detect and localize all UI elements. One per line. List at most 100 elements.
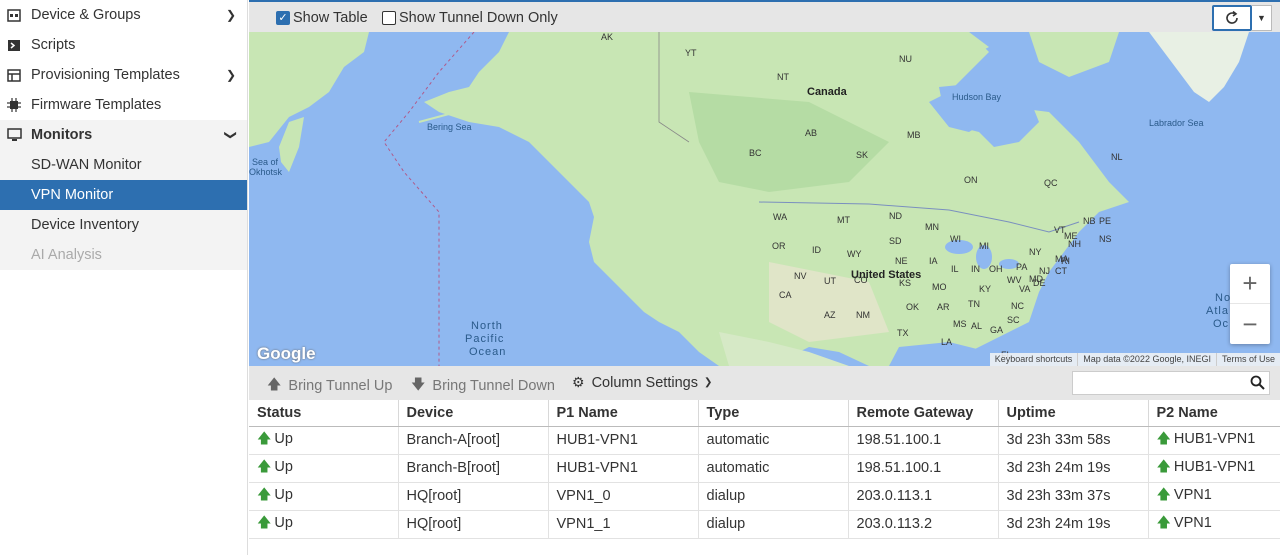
refresh-icon	[1226, 10, 1238, 24]
cell-text: HUB1-VPN1	[1173, 459, 1256, 475]
cell-text: 203.0.113.1	[856, 488, 933, 504]
column-header-remote-gateway[interactable]: Remote Gateway	[848, 400, 999, 427]
map-region-label-yt: YT	[685, 48, 697, 58]
map-label-canada: Canada	[807, 86, 847, 98]
sidebar-item-label: Scripts	[31, 37, 76, 53]
cell-text: 203.0.113.2	[856, 516, 933, 532]
map-region-label-sk: SK	[856, 150, 869, 160]
sidebar-item-monitors[interactable]: Monitors ❯	[0, 120, 247, 150]
map-region-label-or: OR	[772, 241, 786, 251]
map-region-label-ut: UT	[824, 276, 836, 286]
cell-uptime: 3d 23h 24m 19s	[998, 454, 1149, 483]
terms-of-use-link[interactable]: Terms of Use	[1215, 353, 1280, 366]
column-header-type[interactable]: Type	[698, 400, 849, 427]
chevron-down-icon: ❯	[223, 129, 238, 141]
cell-p2-name: 🡅 VPN1	[1148, 482, 1280, 511]
monitors-icon	[6, 127, 22, 143]
sidebar-item-sdwan-monitor[interactable]: SD-WAN Monitor	[0, 150, 247, 180]
cell-text: VPN1_0	[556, 488, 611, 504]
tunnel-up-icon: 🡅	[1156, 486, 1171, 502]
cell-text: 3d 23h 33m 58s	[1006, 432, 1111, 448]
sidebar-item-device-inventory[interactable]: Device Inventory	[0, 210, 247, 240]
column-header-p2-name[interactable]: P2 Name	[1148, 400, 1280, 427]
map-region-label-va: VA	[1019, 284, 1031, 294]
map-background	[249, 32, 1249, 366]
checkbox-unchecked-icon	[382, 11, 396, 25]
vpn-map[interactable]: Canada United States Hudson Bay Labrador…	[249, 32, 1280, 366]
zoom-in-button[interactable]: +	[1230, 264, 1270, 304]
table-row[interactable]: 🡅 Up HQ[root] VPN1_1 dialup 203.0.113.2 3d 23h…	[249, 510, 1280, 539]
map-region-label-wa: WA	[773, 212, 788, 222]
map-data-text: Map data ©2022 Google, INEGI	[1077, 353, 1216, 366]
chevron-right-icon: ❯	[225, 68, 236, 82]
search-icon[interactable]	[1250, 375, 1265, 393]
refresh-dropdown-button[interactable]: ▼	[1252, 5, 1272, 31]
sidebar-item-vpn-monitor[interactable]: VPN Monitor	[0, 180, 247, 210]
cell-text: HQ[root]	[406, 488, 462, 504]
cell-remote-gateway: 198.51.100.1	[848, 454, 999, 483]
gear-icon: ⚙	[572, 374, 585, 390]
show-tunnel-down-only-checkbox[interactable]: Show Tunnel Down Only	[382, 10, 558, 26]
tunnel-up-icon: 🡅	[1156, 458, 1171, 474]
cell-remote-gateway: 198.51.100.1	[848, 426, 999, 455]
map-region-label-pa: PA	[1016, 262, 1028, 272]
device-groups-icon	[6, 7, 22, 23]
main-content: ✓ Show Table Show Tunnel Down Only ▼ Can…	[249, 0, 1280, 555]
cell-text: Up	[274, 515, 293, 531]
bring-tunnel-up-button[interactable]: 🡅 Bring Tunnel Up	[267, 374, 392, 398]
table-row[interactable]: 🡅 Up Branch-A[root] HUB1-VPN1 automatic 198.5…	[249, 426, 1280, 455]
zoom-out-button[interactable]: −	[1230, 304, 1270, 344]
map-region-label-ab: AB	[805, 128, 818, 138]
cell-p1-name: VPN1_0	[548, 482, 699, 511]
vpn-table: Status Device P1 Name Type Remote Gatewa…	[249, 400, 1280, 539]
table-row[interactable]: 🡅 Up HQ[root] VPN1_0 dialup 203.0.113.1 3d 23h…	[249, 482, 1280, 511]
map-region-label-co: CO	[854, 275, 868, 285]
cell-text: HUB1-VPN1	[556, 432, 638, 448]
cell-text: Branch-A[root]	[406, 432, 501, 448]
sidebar-item-label: Monitors	[31, 127, 93, 143]
map-region-label-ok: OK	[906, 302, 920, 312]
map-region-label-tx: TX	[897, 328, 909, 338]
map-region-label-ms: MS	[953, 319, 967, 329]
search-box	[1072, 371, 1270, 395]
map-region-label-nh: NH	[1068, 239, 1081, 249]
map-region-label-wi: WI	[950, 234, 961, 244]
column-header-status[interactable]: Status	[249, 400, 399, 427]
map-label-okhotsk: Okhotsk	[249, 167, 283, 177]
map-region-label-de: DE	[1033, 278, 1046, 288]
cell-text: HUB1-VPN1	[1173, 431, 1256, 447]
map-label-hudson-bay: Hudson Bay	[952, 92, 1002, 102]
sidebar-item-provisioning-templates[interactable]: Provisioning Templates ❯	[0, 60, 247, 90]
keyboard-shortcuts-link[interactable]: Keyboard shortcuts	[990, 353, 1078, 366]
caret-down-icon: ▼	[1257, 13, 1266, 23]
bring-tunnel-down-label: Bring Tunnel Down	[432, 378, 555, 394]
sidebar-item-firmware-templates[interactable]: Firmware Templates	[0, 90, 247, 120]
map-region-label-al: AL	[971, 321, 983, 331]
map-region-label-ky: KY	[979, 284, 992, 294]
cell-p1-name: VPN1_1	[548, 510, 699, 539]
cell-text: dialup	[706, 488, 746, 504]
show-tunnel-down-only-label: Show Tunnel Down Only	[399, 10, 558, 26]
refresh-button[interactable]	[1212, 5, 1252, 31]
map-region-label-il: IL	[951, 264, 959, 274]
sidebar-item-scripts[interactable]: Scripts	[0, 30, 247, 60]
zoom-control: + −	[1230, 264, 1270, 344]
column-header-p1-name[interactable]: P1 Name	[548, 400, 699, 427]
map-label-atla: Atla	[1206, 305, 1229, 317]
table-row[interactable]: 🡅 Up Branch-B[root] HUB1-VPN1 automatic 198.5…	[249, 454, 1280, 483]
sidebar-item-device-groups[interactable]: Device & Groups ❯	[0, 0, 247, 30]
sidebar-item-label: Provisioning Templates	[31, 67, 180, 83]
map-region-label-ca: CA	[779, 290, 792, 300]
column-header-uptime[interactable]: Uptime	[998, 400, 1149, 427]
column-header-device[interactable]: Device	[398, 400, 549, 427]
cell-p2-name: 🡅 HUB1-VPN1	[1148, 454, 1280, 483]
map-region-label-mi: MI	[979, 241, 989, 251]
bring-tunnel-down-button[interactable]: 🡇 Bring Tunnel Down	[411, 374, 555, 398]
column-settings-button[interactable]: ⚙ Column Settings ❯	[572, 374, 712, 391]
map-region-label-nm: NM	[856, 310, 870, 320]
search-input[interactable]	[1073, 372, 1243, 394]
map-region-label-ne: NE	[895, 256, 908, 266]
show-table-checkbox[interactable]: ✓ Show Table	[276, 10, 368, 26]
map-region-label-mo: MO	[932, 282, 947, 292]
map-region-label-ga: GA	[990, 325, 1004, 335]
